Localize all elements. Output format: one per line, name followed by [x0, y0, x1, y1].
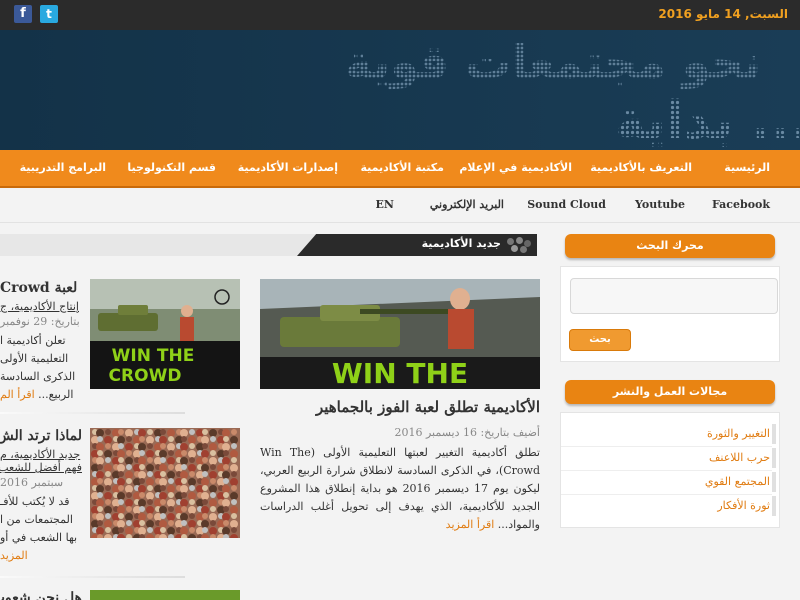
article-read-more[interactable]: المزيد: [0, 549, 28, 562]
article-link[interactable]: جديد الأكاديمية، م: [0, 448, 82, 461]
article-thumbnail[interactable]: [90, 590, 240, 600]
article-thumbnail[interactable]: [90, 428, 240, 538]
section-title: جديد الأكاديمية: [421, 237, 501, 250]
article-line: تعلن أكاديمية ا: [0, 334, 66, 347]
current-date: السبت, 14 مايو 2016: [658, 7, 788, 21]
article-text: لعبة Crowd إنتاج الأكاديمية، ج بتاريخ: 2…: [0, 280, 82, 405]
main-nav: الرئيسية التعريف بالأكاديمية الأكاديمية …: [0, 150, 800, 188]
thumbnail-caption-1: WIN THE: [112, 346, 195, 366]
category-marker: [772, 496, 776, 516]
search-widget-title: محرك البحث: [636, 239, 704, 252]
nav-media[interactable]: الأكاديمية في الإعلام: [459, 161, 572, 174]
divider: [561, 494, 772, 495]
category-strong-society[interactable]: المجتمع القوي: [705, 475, 770, 488]
subnav-english[interactable]: EN: [376, 198, 394, 211]
search-widget-header: محرك البحث: [565, 234, 775, 258]
article-line: المزيد: [0, 547, 82, 565]
category-marker: [772, 424, 776, 444]
featured-meta: أضيف بتاريخ: 16 ديسمبر 2016: [394, 426, 540, 439]
dots-icon: [505, 237, 533, 253]
category-marker: [772, 472, 776, 492]
article-text: هل نحن شعوب: [0, 590, 82, 600]
featured-image-caption: WIN THE: [332, 357, 468, 389]
nav-training[interactable]: البرامج التدريبية: [20, 161, 106, 174]
category-ideas-revolution[interactable]: ثورة الأفكار: [717, 499, 770, 512]
article-title[interactable]: لعبة Crowd: [0, 280, 82, 296]
divider: [0, 412, 185, 414]
article-link[interactable]: فهم أفضل للشعب: [0, 461, 82, 474]
subnav-soundcloud[interactable]: Sound Cloud: [527, 198, 606, 211]
section-header-bar: جديد الأكاديمية: [0, 234, 537, 256]
article-line: بها الشعب في أو: [0, 531, 78, 544]
nav-publications[interactable]: إصدارات الأكاديمية: [238, 161, 338, 174]
article-meta: سبتمبر 2016: [0, 476, 64, 489]
article-title[interactable]: هل نحن شعوب: [0, 590, 82, 600]
article-title[interactable]: لماذا ترتد الش: [0, 428, 82, 444]
categories-widget-title: مجالات العمل والنشر: [612, 385, 728, 398]
article-line: المجتمعات من ا: [0, 513, 73, 526]
banner-line-1: نحو مجتمعات قوية: [345, 35, 761, 89]
nav-library[interactable]: مكتبة الأكاديمية: [361, 161, 445, 174]
divider: [0, 576, 185, 578]
article-thumbnail[interactable]: WIN THE CROWD: [90, 279, 240, 389]
category-nonviolence[interactable]: حرب اللاعنف: [709, 451, 770, 464]
article-line: الربيع... اقرأ الم: [0, 388, 74, 401]
article-line: التعليمية الأولى: [0, 352, 69, 365]
article-text: لماذا ترتد الش جديد الأكاديمية، م فهم أف…: [0, 428, 82, 568]
search-button[interactable]: بحث: [569, 329, 631, 351]
banner-line-2: ثورة العقول... بداية: [615, 91, 800, 150]
nav-technology[interactable]: قسم التكنولوجيا: [127, 161, 216, 174]
site-banner: نحو مجتمعات قوية ثورة العقول... بداية: [0, 30, 800, 150]
featured-title[interactable]: الأكاديمية تطلق لعبة الفوز بالجماهير: [316, 398, 540, 416]
subnav-email[interactable]: البريد الإلكتروني: [430, 198, 504, 211]
nav-about[interactable]: التعريف بالأكاديمية: [590, 161, 692, 174]
crowd-image: [90, 428, 240, 538]
category-change-revolution[interactable]: التغيير والثورة: [707, 427, 770, 440]
featured-read-more[interactable]: اقرأ المزيد: [446, 518, 495, 531]
subnav-youtube[interactable]: Youtube: [635, 198, 685, 211]
subnav-facebook[interactable]: Facebook: [712, 198, 770, 211]
article-read-more[interactable]: اقرأ الم: [0, 388, 35, 401]
banner-graphic: نحو مجتمعات قوية ثورة العقول... بداية: [0, 30, 800, 150]
article-line: الذكرى السادسة: [0, 370, 76, 383]
article-meta: بتاريخ: 29 نوفمبر: [0, 315, 80, 328]
nav-home[interactable]: الرئيسية: [724, 161, 770, 174]
article-link[interactable]: إنتاج الأكاديمية، ج: [0, 300, 82, 313]
featured-image[interactable]: WIN THE: [260, 279, 540, 389]
article-line: قد لا يُكتب للأفـ: [0, 495, 70, 508]
facebook-icon[interactable]: f: [14, 5, 32, 23]
categories-widget-header: مجالات العمل والنشر: [565, 380, 775, 404]
sub-nav: Facebook Youtube Sound Cloud البريد الإل…: [0, 188, 800, 223]
category-marker: [772, 448, 776, 468]
top-bar: f t السبت, 14 مايو 2016: [0, 0, 800, 30]
section-tab: جديد الأكاديمية: [297, 234, 537, 256]
featured-excerpt: تطلق أكاديمية التغيير لعبتها التعليمية ا…: [260, 446, 541, 531]
thumbnail-caption-2: CROWD: [109, 366, 182, 386]
twitter-icon[interactable]: t: [40, 5, 58, 23]
divider: [561, 446, 772, 447]
divider: [561, 470, 772, 471]
search-input[interactable]: [570, 278, 778, 314]
